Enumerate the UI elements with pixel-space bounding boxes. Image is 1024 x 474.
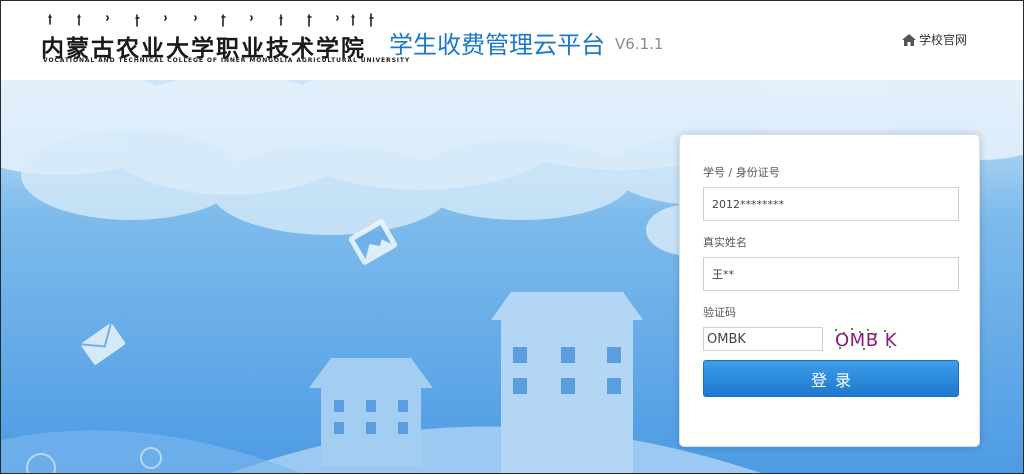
real-name-label: 真实姓名 <box>703 236 747 249</box>
header: 内蒙古农业大学职业技术学院 VOCATIONAL AND TECHNICAL C… <box>1 1 1023 80</box>
page-frame: 内蒙古农业大学职业技术学院 VOCATIONAL AND TECHNICAL C… <box>0 0 1024 474</box>
real-name-input[interactable] <box>703 257 959 291</box>
captcha-label: 验证码 <box>703 306 736 319</box>
school-name-en: VOCATIONAL AND TECHNICAL COLLEGE OF INNE… <box>43 57 411 64</box>
app-version: V6.1.1 <box>615 35 664 53</box>
login-button[interactable]: 登录 <box>703 360 959 397</box>
captcha-image-text: OMB K <box>835 330 898 351</box>
home-icon <box>902 33 916 46</box>
student-id-label: 学号 / 身份证号 <box>703 166 780 179</box>
student-id-input[interactable] <box>703 187 959 221</box>
captcha-input[interactable] <box>703 327 823 351</box>
school-website-label: 学校官网 <box>919 33 968 47</box>
school-website-link[interactable]: 学校官网 <box>902 31 967 48</box>
logo-mongolian-script <box>48 13 374 27</box>
login-panel: 学号 / 身份证号 真实姓名 验证码 OMB K 登录 <box>679 134 980 447</box>
app-title: 学生收费管理云平台 <box>389 31 605 59</box>
captcha-image[interactable]: OMB K <box>829 327 897 353</box>
